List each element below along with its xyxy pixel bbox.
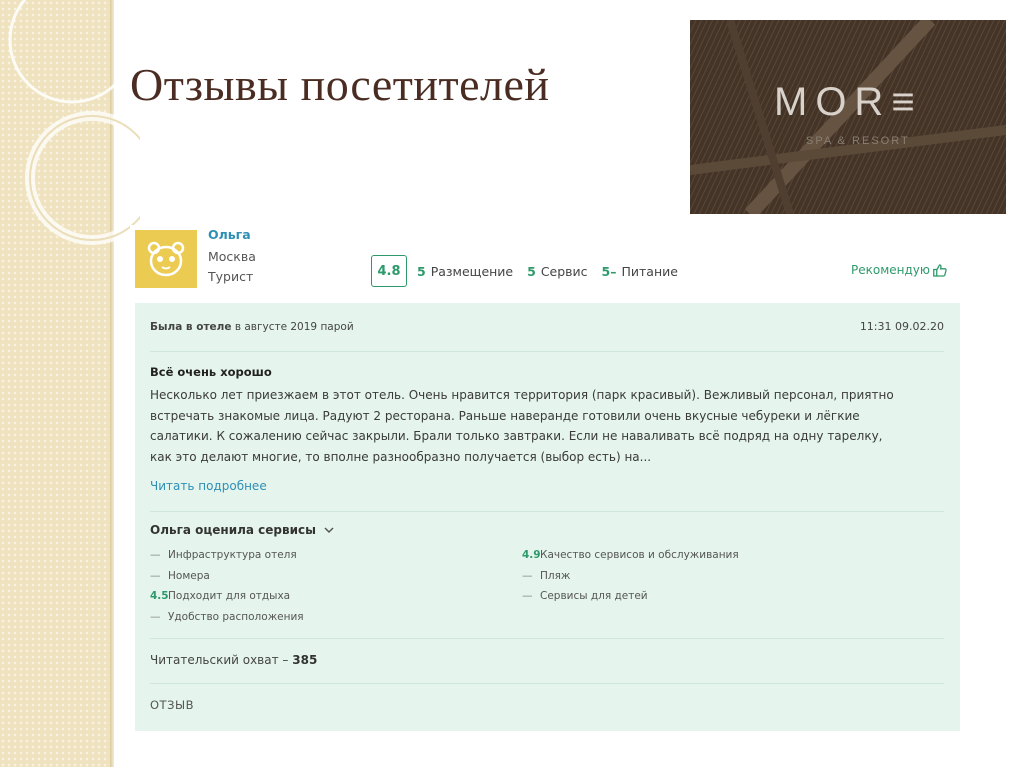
- author-type: Турист: [208, 269, 254, 284]
- review-text-line: Несколько лет приезжаем в этот отель. Оч…: [150, 388, 894, 402]
- rating-value-food: 5–: [601, 263, 617, 279]
- slide-title: Отзывы посетителей: [130, 59, 550, 110]
- logo-wordmark: MOR≡: [774, 80, 923, 124]
- panda-avatar-icon: [147, 241, 185, 277]
- rating-label-service: Сервис: [540, 263, 588, 279]
- rating-value-accommodation: 5: [417, 263, 426, 279]
- service-score: 4.5: [150, 590, 169, 602]
- service-score: —: [150, 569, 161, 582]
- review-text-line: встречать знакомые лица. Радуют 2 рестор…: [150, 408, 860, 423]
- stay-info: Была в отеле в августе 2019 парой: [150, 321, 354, 333]
- recommend-label: Рекомендую: [851, 263, 930, 277]
- service-item: 4.9Качество сервисов и обслуживания: [522, 545, 739, 566]
- service-score: —: [522, 590, 533, 602]
- service-label: Подходит для отдыха: [168, 590, 291, 602]
- services-list-left: — Инфраструктура отеля — Номера 4.5Подходи…: [150, 545, 304, 627]
- service-label: Инфраструктура отеля: [168, 549, 297, 561]
- stay-detail: в августе 2019 парой: [234, 321, 354, 333]
- service-item: 4.5Подходит для отдыха: [150, 586, 304, 607]
- review-body: Была в отеле в августе 2019 парой 11:31 …: [135, 303, 960, 731]
- review-text: Несколько лет приезжаем в этот отель. Оч…: [150, 385, 950, 467]
- service-label: Пляж: [540, 569, 571, 582]
- service-label: Качество сервисов и обслуживания: [540, 549, 739, 561]
- divider: [150, 351, 944, 352]
- divider: [150, 638, 944, 639]
- service-item: — Номера: [150, 566, 304, 587]
- thumbs-up-icon: [933, 263, 947, 277]
- resort-logo-photo: MOR≡ SPA & RESORT: [690, 20, 1006, 214]
- recommend-badge: Рекомендую: [851, 263, 947, 277]
- service-item: — Пляж: [522, 566, 739, 587]
- review-datetime: 11:31 09.02.20: [859, 320, 944, 333]
- logo-subtitle: SPA & RESORT: [806, 135, 910, 147]
- service-score: —: [150, 549, 161, 561]
- service-score: —: [522, 569, 533, 582]
- review-card: Ольга Москва Турист 4.8 5 Размещение 5 С…: [130, 225, 965, 735]
- rating-value-service: 5: [527, 263, 536, 279]
- service-label: Удобство расположения: [168, 610, 304, 623]
- stay-prefix: Была в отеле: [150, 321, 232, 333]
- review-text-line: салатики. К сожалению сейчас закрыли. Бр…: [150, 429, 883, 443]
- services-title: Ольга оценила сервисы: [150, 523, 316, 537]
- reach-label: Читательский охват –: [150, 653, 289, 667]
- reach-value: 385: [292, 653, 318, 667]
- avatar: [135, 230, 197, 288]
- service-score: —: [150, 610, 161, 623]
- chevron-down-icon: [324, 526, 334, 533]
- services-toggle[interactable]: Ольга оценила сервисы: [150, 523, 334, 537]
- service-label: Сервисы для детей: [540, 590, 648, 602]
- service-label: Номера: [168, 569, 210, 582]
- service-item: — Инфраструктура отеля: [150, 545, 304, 566]
- review-title: Всё очень хорошо: [150, 365, 272, 379]
- review-tag: ОТЗЫВ: [150, 698, 194, 712]
- service-score: 4.9: [522, 549, 541, 561]
- rating-label-food: Питание: [621, 263, 678, 279]
- divider: [150, 683, 944, 684]
- author-name[interactable]: Ольга: [208, 227, 251, 242]
- divider: [150, 511, 944, 512]
- service-item: — Удобство расположения: [150, 607, 304, 628]
- readers-reach: Читательский охват – 385: [150, 653, 317, 667]
- read-more-link[interactable]: Читать подробнее: [150, 479, 267, 493]
- review-text-line: как это делают многие, то вполне разнооб…: [150, 449, 652, 464]
- rating-label-accommodation: Размещение: [430, 263, 514, 279]
- decorative-rings: [8, 0, 140, 245]
- service-item: — Сервисы для детей: [522, 586, 739, 607]
- ratings-row: 4.8 5 Размещение 5 Сервис 5– Питание: [371, 255, 692, 287]
- services-list-right: 4.9Качество сервисов и обслуживания — Пля…: [522, 545, 739, 607]
- author-city: Москва: [208, 249, 256, 264]
- overall-rating-badge: 4.8: [371, 255, 407, 287]
